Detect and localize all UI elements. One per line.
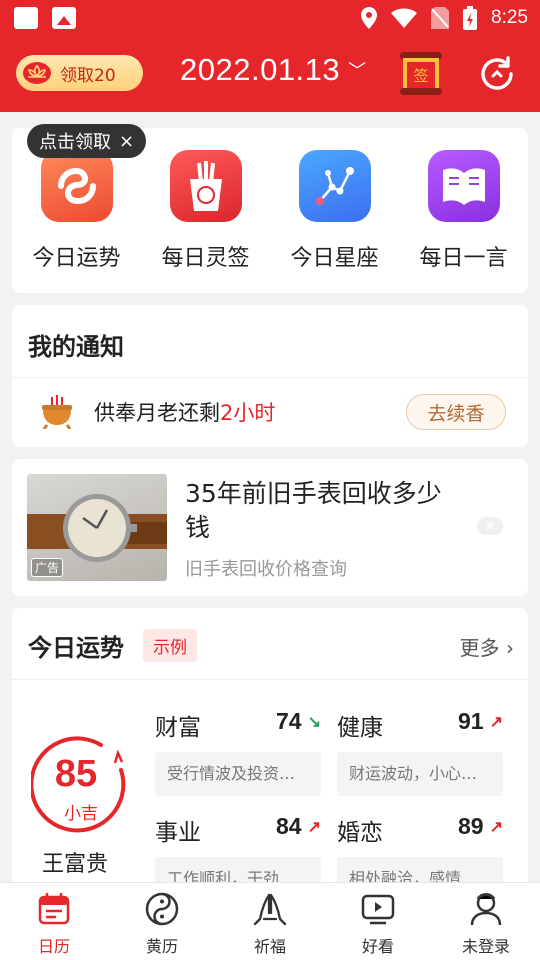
- chevron-down-icon: ﹀: [348, 61, 367, 81]
- lot-cup-icon: [169, 150, 242, 222]
- ad-tag: 广告: [31, 558, 64, 577]
- trend-up-icon: ↗: [489, 713, 503, 731]
- fortune-stick-icon[interactable]: 签: [398, 50, 444, 96]
- trend-up-icon: ↗: [489, 818, 503, 836]
- tooltip-close-icon[interactable]: ×: [119, 131, 134, 152]
- fortune-score: 85: [54, 753, 98, 795]
- fortune-icon: [40, 150, 113, 222]
- claim-tooltip[interactable]: 点击领取 ×: [27, 124, 147, 158]
- image-notification-icon: [52, 7, 76, 29]
- fortune-level: 小吉: [64, 804, 98, 824]
- notification-item[interactable]: 供奉月老还剩 2小时: [38, 395, 275, 429]
- location-icon: [361, 7, 378, 29]
- nav-profile[interactable]: 未登录: [436, 883, 536, 960]
- example-badge: 示例: [143, 629, 197, 662]
- incense-burner-icon: [42, 395, 72, 429]
- app-label: 今日星座: [290, 246, 379, 271]
- battery-icon: [463, 6, 478, 30]
- trend-up-icon: ↗: [307, 818, 321, 836]
- category-value: 91: [458, 708, 484, 734]
- nav-label: 日历: [37, 937, 70, 956]
- constellation-icon: [298, 150, 371, 222]
- category-title: 健康: [337, 715, 383, 741]
- ad-subtitle: 旧手表回收价格查询: [185, 559, 347, 580]
- category-value: 74: [276, 708, 302, 734]
- fortune-title: 今日运势: [28, 634, 124, 662]
- bottom-nav: 日历 黄历 祈福 好看 未登录: [0, 882, 540, 960]
- wifi-icon: [391, 8, 418, 28]
- praying-hands-icon: [253, 893, 287, 926]
- calendar-icon: [38, 893, 70, 925]
- notification-title: 我的通知: [28, 333, 124, 361]
- notification-card: 我的通知 供奉月老还剩 2小时 去续香: [12, 305, 528, 447]
- lotus-icon: [23, 62, 51, 84]
- divider: [12, 679, 528, 680]
- ad-title: 35年前旧手表回收多少钱: [185, 479, 442, 542]
- more-link[interactable]: 更多 ›: [460, 632, 514, 661]
- app-label: 每日一言: [419, 246, 508, 271]
- app-daily-fortune[interactable]: 今日运势: [22, 150, 132, 293]
- fortune-card: 今日运势 示例 更多 › 85 小吉 王富贵 财富 74 ↘ 受行情波及投资不..…: [12, 608, 528, 908]
- nav-almanac[interactable]: 黄历: [112, 883, 212, 960]
- nav-label: 黄历: [145, 937, 178, 956]
- nav-blessing[interactable]: 祈福: [220, 883, 320, 960]
- tooltip-label: 点击领取: [39, 132, 111, 153]
- notification-text: 供奉月老还剩: [94, 401, 220, 425]
- app-daily-constellation[interactable]: 今日星座: [280, 150, 390, 293]
- more-label: 更多: [459, 636, 500, 660]
- trend-down-icon: ↘: [307, 713, 321, 731]
- renew-incense-button[interactable]: 去续香: [406, 394, 506, 430]
- user-icon: [470, 893, 502, 926]
- app-label: 今日运势: [32, 246, 121, 271]
- app-daily-lot[interactable]: 每日灵签: [151, 150, 261, 293]
- category-title: 财富: [155, 715, 201, 741]
- chevron-right-icon: ›: [506, 636, 514, 660]
- category-desc: 财运波动，小心损...: [337, 752, 503, 796]
- nav-label: 未登录: [461, 937, 510, 956]
- nav-label: 好看: [361, 937, 394, 956]
- user-name: 王富贵: [42, 852, 109, 877]
- date-text: 2022.01.13: [180, 52, 341, 87]
- notification-icon: [14, 7, 38, 29]
- app-label: 每日灵签: [161, 246, 250, 271]
- date-selector[interactable]: 2022.01.13 ﹀: [180, 52, 367, 88]
- nav-watch[interactable]: 好看: [328, 883, 428, 960]
- divider: [12, 377, 528, 378]
- fortune-score-ring: 85 小吉: [31, 735, 131, 835]
- qian-char: 签: [413, 67, 428, 85]
- ad-close-icon[interactable]: ×: [477, 517, 503, 535]
- reward-button[interactable]: 领取20: [16, 55, 143, 91]
- category-value: 89: [458, 813, 484, 839]
- app-daily-quote[interactable]: 每日一言: [409, 150, 519, 293]
- category-desc: 受行情波及投资不...: [155, 752, 321, 796]
- app-header: 8:25 领取20 2022.01.13 ﹀ 签: [0, 0, 540, 112]
- notification-highlight: 2小时: [220, 401, 276, 425]
- refresh-icon[interactable]: [478, 55, 516, 93]
- yin-yang-icon: [145, 892, 179, 926]
- category-title: 事业: [155, 820, 201, 846]
- category-title: 婚恋: [337, 820, 383, 846]
- ad-image: 广告: [27, 474, 167, 581]
- status-bar: 8:25: [0, 0, 540, 36]
- ad-card[interactable]: 广告 35年前旧手表回收多少钱 旧手表回收价格查询 ×: [12, 459, 528, 596]
- category-value: 84: [276, 813, 302, 839]
- book-icon: [427, 150, 500, 222]
- no-sim-icon: [431, 7, 450, 29]
- nav-calendar[interactable]: 日历: [4, 883, 104, 960]
- nav-label: 祈福: [253, 937, 286, 956]
- reward-label: 领取20: [60, 65, 116, 86]
- video-icon: [361, 894, 395, 925]
- status-time: 8:25: [491, 7, 528, 28]
